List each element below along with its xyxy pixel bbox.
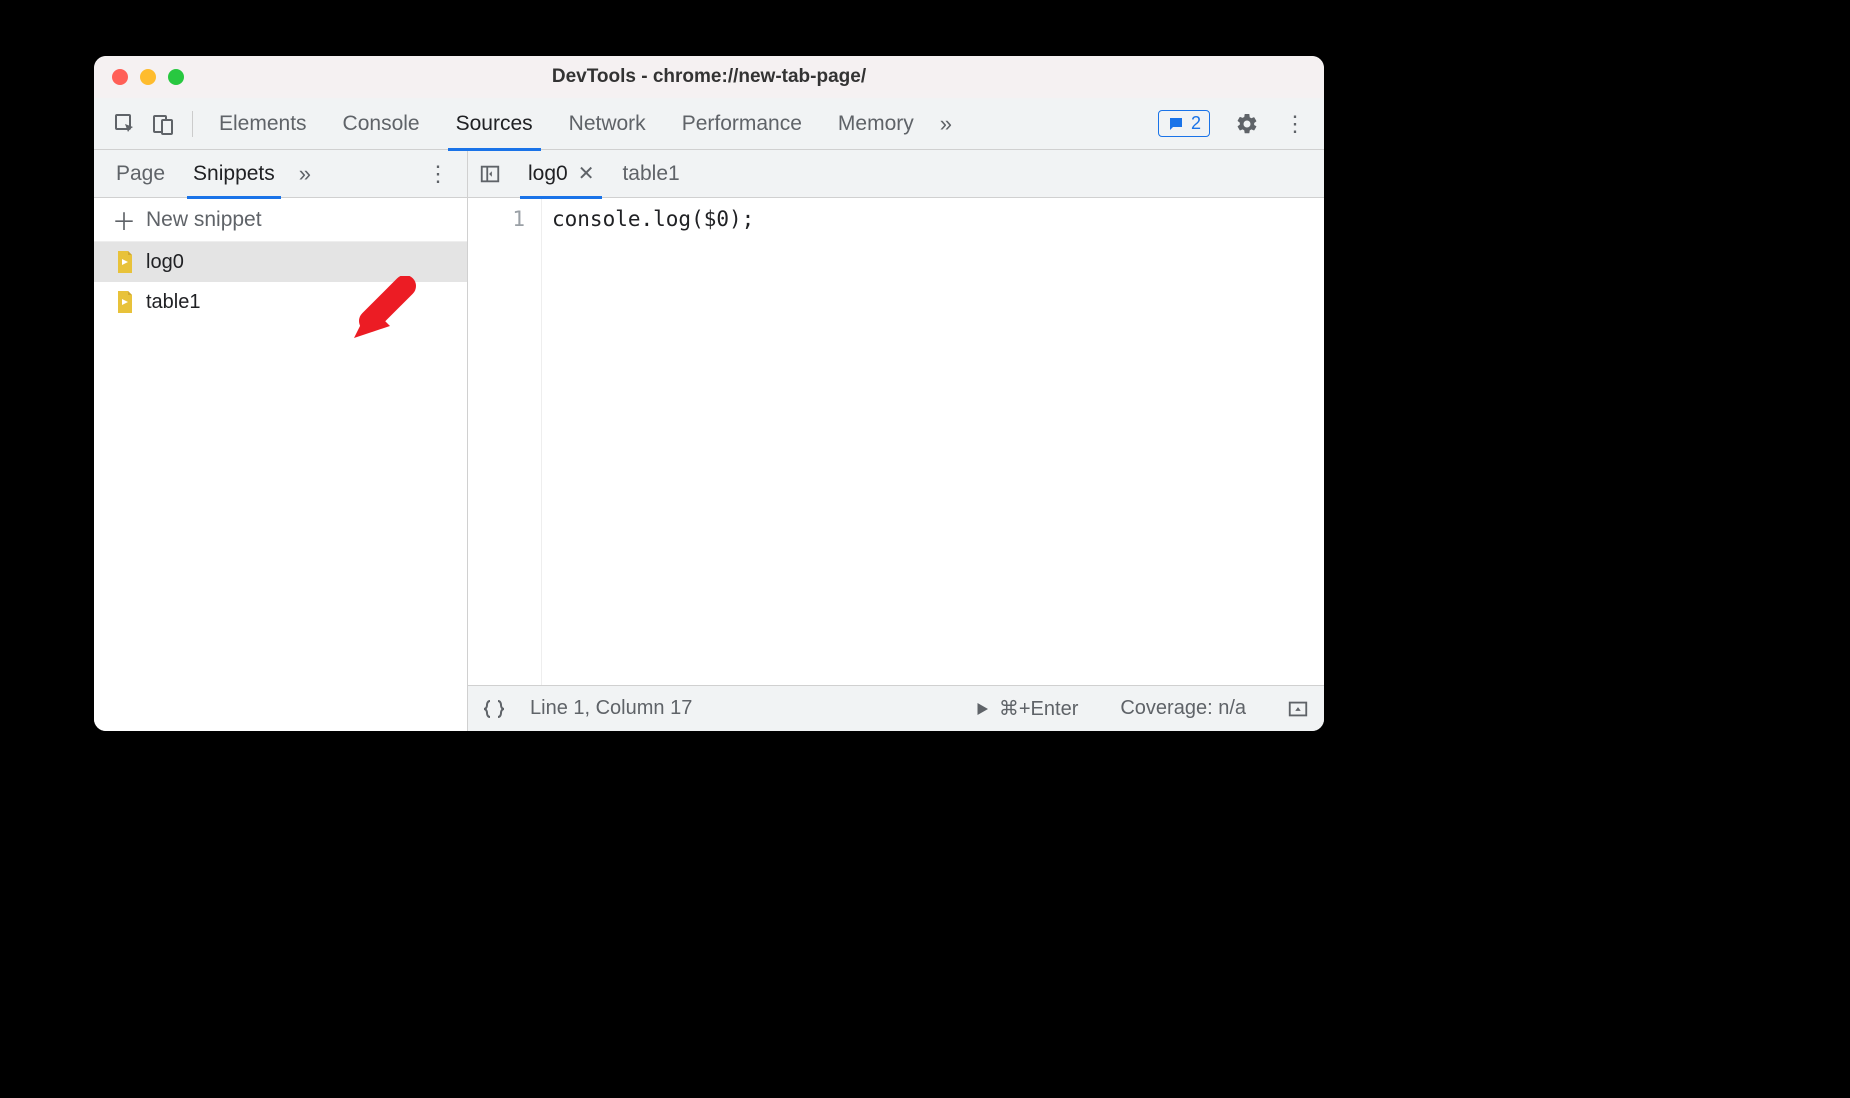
editor-tab-log0[interactable]: log0 ✕ <box>514 150 608 198</box>
editor-statusbar: Line 1, Column 17 ⌘+Enter Coverage: n/a <box>468 685 1324 731</box>
run-shortcut: ⌘+Enter <box>999 696 1078 721</box>
subtab-page[interactable]: Page <box>102 150 179 198</box>
navigator-panel: Page Snippets » ⋮ ＋ New snippet log0 <box>94 150 468 731</box>
editor-tabs: log0 ✕ table1 <box>468 150 1324 198</box>
more-subtabs-icon[interactable]: » <box>289 161 321 187</box>
tab-memory[interactable]: Memory <box>820 98 932 150</box>
snippet-list: log0 table1 <box>94 242 467 731</box>
tab-label: Network <box>569 112 646 136</box>
snippet-item-log0[interactable]: log0 <box>94 242 467 282</box>
pretty-print-icon[interactable] <box>480 695 508 723</box>
more-options-icon[interactable]: ⋮ <box>1284 111 1306 137</box>
tab-label: Console <box>343 112 420 136</box>
snippet-file-icon <box>116 291 134 313</box>
snippet-item-table1[interactable]: table1 <box>94 282 467 322</box>
sources-body: Page Snippets » ⋮ ＋ New snippet log0 <box>94 150 1324 731</box>
editor-tab-table1[interactable]: table1 <box>608 150 693 198</box>
new-snippet-button[interactable]: ＋ New snippet <box>94 198 467 242</box>
cursor-position: Line 1, Column 17 <box>530 697 692 720</box>
toolbar-right: 2 ⋮ <box>1158 109 1312 139</box>
main-tabs: Elements Console Sources Network Perform… <box>94 98 1324 150</box>
devtools-window: DevTools - chrome://new-tab-page/ Elemen… <box>94 56 1324 731</box>
inspect-element-icon[interactable] <box>110 109 140 139</box>
line-number: 1 <box>468 204 525 234</box>
divider <box>192 111 193 137</box>
tab-sources[interactable]: Sources <box>438 98 551 150</box>
toggle-navigator-icon[interactable] <box>474 158 506 190</box>
chat-icon <box>1167 115 1185 133</box>
code-editor[interactable]: 1 console.log($0); <box>468 198 1324 685</box>
tab-label: Sources <box>456 112 533 136</box>
tab-label: Memory <box>838 112 914 136</box>
editor-tab-label: table1 <box>622 162 679 186</box>
code-line: console.log($0); <box>552 207 754 231</box>
more-tabs-icon[interactable]: » <box>932 111 960 137</box>
navigator-more-icon[interactable]: ⋮ <box>417 161 459 187</box>
messages-badge[interactable]: 2 <box>1158 110 1210 137</box>
run-snippet-button[interactable]: ⌘+Enter <box>973 696 1078 721</box>
navigator-tabs: Page Snippets » ⋮ <box>94 150 467 198</box>
editor-tab-label: log0 <box>528 162 568 186</box>
close-tab-icon[interactable]: ✕ <box>578 161 595 186</box>
titlebar: DevTools - chrome://new-tab-page/ <box>94 56 1324 98</box>
play-icon <box>973 700 991 718</box>
subtab-snippets[interactable]: Snippets <box>179 150 289 198</box>
tab-label: Elements <box>219 112 307 136</box>
subtab-label: Snippets <box>193 162 275 186</box>
tab-console[interactable]: Console <box>325 98 438 150</box>
tab-elements[interactable]: Elements <box>201 98 325 150</box>
settings-icon[interactable] <box>1232 109 1262 139</box>
device-toolbar-icon[interactable] <box>148 109 178 139</box>
editor-panel: log0 ✕ table1 1 console.log($0); Line 1,… <box>468 150 1324 731</box>
line-gutter: 1 <box>468 198 542 685</box>
main-tab-row: Elements Console Sources Network Perform… <box>201 98 1158 150</box>
snippet-file-icon <box>116 251 134 273</box>
coverage-status[interactable]: Coverage: n/a <box>1120 697 1246 720</box>
tab-performance[interactable]: Performance <box>664 98 820 150</box>
new-snippet-label: New snippet <box>146 208 262 232</box>
window-title: DevTools - chrome://new-tab-page/ <box>94 66 1324 88</box>
code-content[interactable]: console.log($0); <box>542 198 764 685</box>
plus-icon: ＋ <box>112 202 136 237</box>
subtab-label: Page <box>116 162 165 186</box>
show-drawer-icon[interactable] <box>1284 695 1312 723</box>
snippet-name: table1 <box>146 291 201 314</box>
messages-count: 2 <box>1191 113 1201 134</box>
snippet-name: log0 <box>146 251 184 274</box>
tab-network[interactable]: Network <box>551 98 664 150</box>
tab-label: Performance <box>682 112 802 136</box>
